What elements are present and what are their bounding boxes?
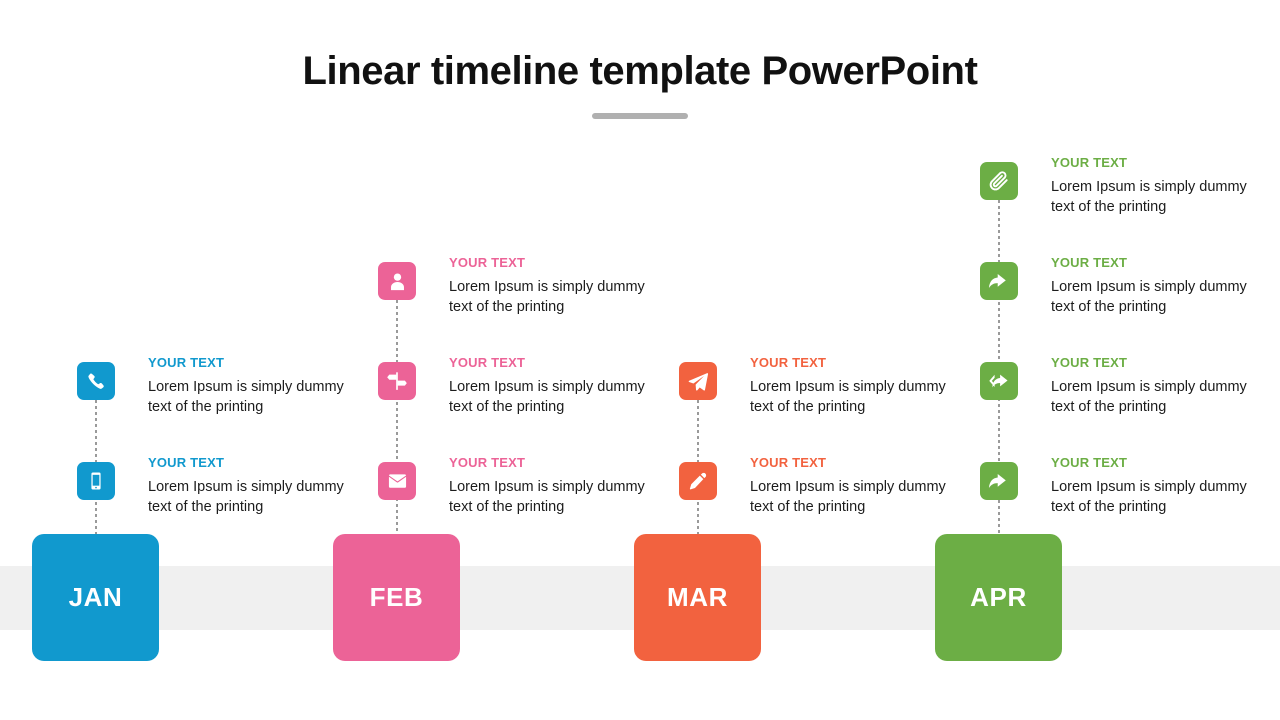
signpost-icon (378, 362, 416, 400)
entry-body: Lorem Ipsum is simply dummy text of the … (449, 379, 645, 415)
envelope-icon (378, 462, 416, 500)
month-label: FEB (369, 582, 424, 612)
entry-heading: YOUR TEXT (1051, 155, 1128, 170)
phone-icon (77, 362, 115, 400)
month-card-apr[interactable]: APR (935, 534, 1062, 661)
reply-icon (980, 262, 1018, 300)
timeline-entry[interactable]: YOUR TEXT Lorem Ipsum is simply dummy tex… (333, 455, 653, 525)
month-card-feb[interactable]: FEB (333, 534, 460, 661)
timeline-entry[interactable]: YOUR TEXT Lorem Ipsum is simply dummy tex… (935, 155, 1255, 225)
entry-heading: YOUR TEXT (1051, 355, 1128, 370)
month-card-jan[interactable]: JAN (32, 534, 159, 661)
timeline-column-jan: YOUR TEXT Lorem Ipsum is simply dummy tex… (32, 0, 352, 720)
user-icon (378, 262, 416, 300)
entry-body: Lorem Ipsum is simply dummy text of the … (449, 479, 645, 515)
entry-body: Lorem Ipsum is simply dummy text of the … (1051, 379, 1247, 415)
entry-body: Lorem Ipsum is simply dummy text of the … (750, 479, 946, 515)
month-label: APR (970, 582, 1027, 612)
timeline-entry[interactable]: YOUR TEXT Lorem Ipsum is simply dummy tex… (32, 455, 352, 525)
timeline-entry[interactable]: YOUR TEXT Lorem Ipsum is simply dummy tex… (634, 355, 954, 425)
paperclip-icon (980, 162, 1018, 200)
slide-canvas: Linear timeline template PowerPoint YOUR… (0, 0, 1280, 720)
entry-body: Lorem Ipsum is simply dummy text of the … (148, 479, 344, 515)
entry-heading: YOUR TEXT (1051, 255, 1128, 270)
month-label: MAR (666, 582, 728, 612)
month-label: JAN (68, 582, 123, 612)
timeline-entry[interactable]: YOUR TEXT Lorem Ipsum is simply dummy tex… (935, 455, 1255, 525)
timeline-entry[interactable]: YOUR TEXT Lorem Ipsum is simply dummy tex… (935, 255, 1255, 325)
timeline-entry[interactable]: YOUR TEXT Lorem Ipsum is simply dummy tex… (935, 355, 1255, 425)
month-card-mar[interactable]: MAR (634, 534, 761, 661)
timeline-entry[interactable]: YOUR TEXT Lorem Ipsum is simply dummy tex… (32, 355, 352, 425)
entry-body: Lorem Ipsum is simply dummy text of the … (750, 379, 946, 415)
timeline-column-feb: YOUR TEXT Lorem Ipsum is simply dummy tex… (333, 0, 653, 720)
pencil-icon (679, 462, 717, 500)
entry-body: Lorem Ipsum is simply dummy text of the … (148, 379, 344, 415)
timeline-entry-text: YOUR TEXT Lorem Ipsum is simply dummy tex… (1051, 355, 1280, 417)
reply-all-icon (980, 362, 1018, 400)
timeline-column-apr: YOUR TEXT Lorem Ipsum is simply dummy tex… (935, 0, 1255, 720)
timeline-entry-text: YOUR TEXT Lorem Ipsum is simply dummy tex… (1051, 155, 1280, 217)
entry-body: Lorem Ipsum is simply dummy text of the … (1051, 179, 1247, 215)
entry-heading: YOUR TEXT (1051, 455, 1128, 470)
timeline-entry[interactable]: YOUR TEXT Lorem Ipsum is simply dummy tex… (634, 455, 954, 525)
timeline-entry-text: YOUR TEXT Lorem Ipsum is simply dummy tex… (1051, 455, 1280, 517)
timeline-entry-text: YOUR TEXT Lorem Ipsum is simply dummy tex… (1051, 255, 1280, 317)
mobile-phone-icon (77, 462, 115, 500)
forward-icon (980, 462, 1018, 500)
paper-plane-icon (679, 362, 717, 400)
entry-body: Lorem Ipsum is simply dummy text of the … (449, 279, 645, 315)
entry-body: Lorem Ipsum is simply dummy text of the … (1051, 479, 1247, 515)
timeline-entry[interactable]: YOUR TEXT Lorem Ipsum is simply dummy tex… (333, 355, 653, 425)
timeline-column-mar: YOUR TEXT Lorem Ipsum is simply dummy tex… (634, 0, 954, 720)
entry-body: Lorem Ipsum is simply dummy text of the … (1051, 279, 1247, 315)
timeline-entry[interactable]: YOUR TEXT Lorem Ipsum is simply dummy tex… (333, 255, 653, 325)
